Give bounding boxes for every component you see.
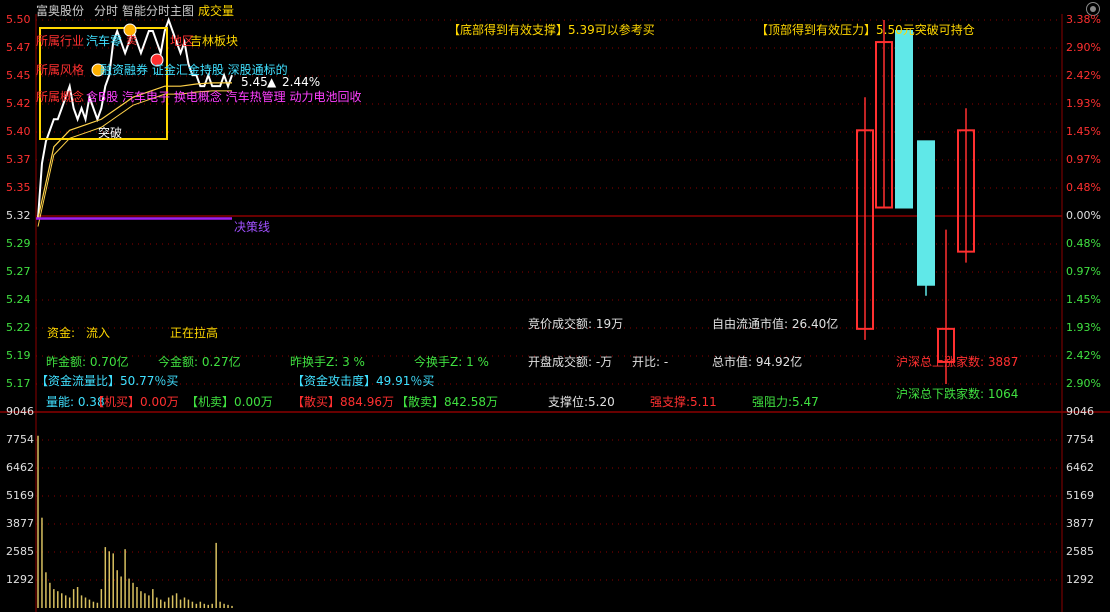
sell-marker[interactable]: 卖: [126, 32, 137, 48]
volume-tick-label: 1292: [6, 573, 34, 586]
volume-tick-label: 6462: [1066, 461, 1094, 474]
price-tick-label: 5.24: [6, 293, 31, 306]
percent-tick-label: 3.38%: [1066, 13, 1101, 26]
volume-tick-label: 3877: [1066, 517, 1094, 530]
candle-body: [895, 30, 913, 209]
fund-attack: 【资金攻击度】49.91％买: [292, 374, 435, 388]
fund-value: 流入: [86, 326, 111, 340]
market-down-count: 沪深总下跌家数: 1064: [896, 387, 1019, 401]
up-arrow-icon: ▲: [267, 75, 277, 89]
open-ratio: 开比: -: [632, 355, 669, 369]
price-tick-label: 5.22: [6, 321, 31, 334]
percent-tick-label: 2.90%: [1066, 41, 1101, 54]
mode-label[interactable]: 分时: [94, 2, 118, 19]
percent-tick-label: 1.93%: [1066, 321, 1101, 334]
price-line: [37, 17, 233, 219]
concept-key: 所属概念: [36, 90, 85, 104]
today-amount: 今金额: 0.27亿: [158, 355, 241, 369]
sub-indicator-label[interactable]: 成交量: [198, 2, 234, 19]
volume-tick-label: 1292: [1066, 573, 1094, 586]
volume-tick-label: 9046: [1066, 405, 1094, 418]
percent-tick-label: 2.42%: [1066, 349, 1101, 362]
percent-tick-label: 2.42%: [1066, 69, 1101, 82]
volume-tick-label: 7754: [1066, 433, 1094, 446]
price-tick-label: 5.29: [6, 237, 31, 250]
industry-val-1: 汽车零: [86, 34, 123, 48]
inst-sell: 【机卖】0.00万: [186, 395, 273, 409]
percent-tick-label: 1.45%: [1066, 125, 1101, 138]
percent-tick-label: 0.97%: [1066, 265, 1101, 278]
style-key: 所属风格: [36, 63, 85, 77]
total-market-cap: 总市值: 94.92亿: [712, 355, 803, 369]
percent-tick-label: 0.48%: [1066, 237, 1101, 250]
price-tick-label: 5.50: [6, 13, 31, 26]
fund-label: 资金:: [47, 326, 76, 340]
volume-tick-label: 6462: [6, 461, 34, 474]
retail-sell: 【散卖】842.58万: [396, 395, 498, 409]
pressure-tip: 【顶部得到有效压力】5.50元突破可持仓: [756, 23, 975, 37]
yesterday-turnover: 昨换手Z: 3 %: [290, 355, 365, 369]
current-change: 2.44%: [282, 75, 321, 89]
candle-body: [917, 140, 935, 286]
open-turnover: 开盘成交额: -万: [528, 355, 613, 369]
volume-tick-label: 3877: [6, 517, 34, 530]
support-level: 支撑位:5.20: [548, 395, 615, 409]
strong-support: 强支撑:5.11: [650, 395, 717, 409]
auction-turnover: 竞价成交额: 19万: [528, 317, 624, 331]
volume-tick-label: 9046: [6, 405, 34, 418]
price-tick-label: 5.47: [6, 41, 31, 54]
percent-tick-label: 0.97%: [1066, 153, 1101, 166]
price-tick-label: 5.45: [6, 69, 31, 82]
price-tick-label: 5.17: [6, 377, 31, 390]
strong-resist: 强阻力:5.47: [752, 395, 819, 409]
price-tick-label: 5.19: [6, 349, 31, 362]
percent-tick-label: 1.45%: [1066, 293, 1101, 306]
fund-flow-ratio: 【资金流量比】50.77％买: [36, 374, 179, 388]
percent-tick-label: 0.00%: [1066, 209, 1101, 222]
indicator-label[interactable]: 智能分时主图: [122, 2, 194, 19]
percent-tick-label: 0.48%: [1066, 181, 1101, 194]
retail-buy: 【散买】884.96万: [292, 395, 394, 409]
float-market-cap: 自由流通市值: 26.40亿: [712, 317, 839, 331]
volume-tick-label: 5169: [6, 489, 34, 502]
percent-tick-label: 1.93%: [1066, 97, 1101, 110]
price-tick-label: 5.35: [6, 181, 31, 194]
price-tick-label: 5.32: [6, 209, 31, 222]
market-up-count: 沪深总上涨家数: 3887: [896, 355, 1019, 369]
price-tick-label: 5.37: [6, 153, 31, 166]
percent-tick-label: 2.90%: [1066, 377, 1101, 390]
price-tick-label: 5.27: [6, 265, 31, 278]
concept-val: 含B股 汽车电子 换电概念 汽车热管理 动力电池回收: [86, 90, 362, 104]
status-text: 正在拉高: [170, 326, 219, 340]
yesterday-amount: 昨金额: 0.70亿: [46, 355, 129, 369]
inst-buy: 【机买】0.00万: [92, 395, 179, 409]
average-line-lower: [37, 90, 232, 227]
volume-tick-label: 7754: [6, 433, 34, 446]
stock-name[interactable]: 富奥股份: [36, 2, 84, 19]
volume-tick-label: 2585: [1066, 545, 1094, 558]
volume-tick-label: 2585: [6, 545, 34, 558]
current-price: 5.45: [241, 75, 268, 89]
industry-val-3: 吉林板块: [190, 34, 239, 48]
industry-key: 所属行业: [36, 34, 85, 48]
price-tick-label: 5.42: [6, 97, 31, 110]
volume-tick-label: 5169: [1066, 489, 1094, 502]
decision-line-label: 决策线: [234, 220, 271, 234]
support-tip: 【底部得到有效支撑】5.39可以参考买: [448, 23, 655, 37]
today-turnover: 今换手Z: 1 %: [414, 355, 489, 369]
price-tick-label: 5.40: [6, 125, 31, 138]
breakout-label: 突破: [98, 126, 123, 140]
